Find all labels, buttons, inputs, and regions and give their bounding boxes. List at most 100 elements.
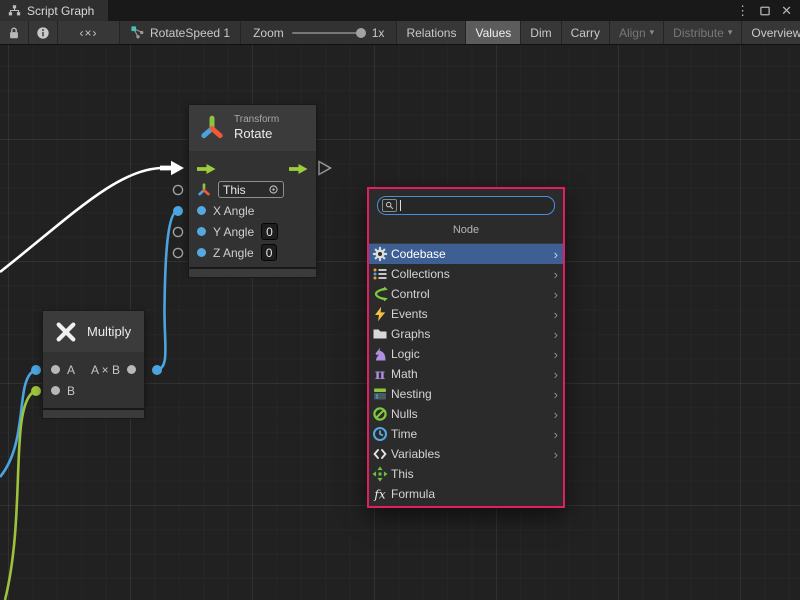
zoom-slider-handle[interactable] <box>356 28 366 38</box>
script-graph-window: Script Graph ⋮ ✕ ‹×› RotateSpeed 1 Zoom … <box>0 0 800 600</box>
graph-reference-label: RotateSpeed 1 <box>150 26 230 40</box>
control-output-triangle[interactable] <box>319 162 331 175</box>
b-input-port[interactable] <box>51 386 60 395</box>
submenu-chevron-icon: › <box>554 308 558 321</box>
this-row: This <box>189 179 316 200</box>
lock-icon <box>7 26 21 40</box>
finder-list: Codebase › Collections › Control › Event… <box>369 243 563 506</box>
result-output-port[interactable] <box>127 365 136 374</box>
info-button[interactable] <box>29 21 58 44</box>
control-output-port-icon[interactable] <box>289 164 308 174</box>
wire-endpoint[interactable] <box>152 365 162 375</box>
knight-icon <box>372 346 388 362</box>
chevron-down-icon: ▾ <box>650 27 655 38</box>
submenu-chevron-icon: › <box>554 448 558 461</box>
list-icon <box>372 266 388 282</box>
relations-button[interactable]: Relations <box>397 21 466 44</box>
pi-icon <box>372 366 388 382</box>
zoom-value: 1x <box>372 26 385 40</box>
y-angle-port-external[interactable] <box>173 227 182 236</box>
submenu-chevron-icon: › <box>554 368 558 381</box>
fx-icon <box>372 486 388 502</box>
distribute-button[interactable]: Distribute ▾ <box>664 21 742 44</box>
graph-asset-icon <box>130 25 145 40</box>
rotate-node[interactable]: Transform Rotate This <box>189 105 316 277</box>
submenu-chevron-icon: › <box>554 388 558 401</box>
graph-toolbar: ‹×› RotateSpeed 1 Zoom 1x Relations Valu… <box>0 21 800 45</box>
tab-script-graph[interactable]: Script Graph <box>0 0 108 21</box>
this-icon <box>372 466 388 482</box>
finder-item-nesting[interactable]: Nesting › <box>369 384 563 404</box>
multiply-node[interactable]: Multiply A A × B B <box>43 311 144 418</box>
finder-item-graphs[interactable]: Graphs › <box>369 324 563 344</box>
z-angle-input[interactable]: 0 <box>261 244 278 261</box>
finder-item-this[interactable]: This › <box>369 464 563 484</box>
x-angle-port[interactable] <box>197 206 206 215</box>
finder-item-logic[interactable]: Logic › <box>369 344 563 364</box>
wire-endpoint[interactable] <box>31 365 41 375</box>
this-port-external[interactable] <box>173 185 182 194</box>
submenu-chevron-icon: › <box>554 288 558 301</box>
this-object-field[interactable]: This <box>218 181 284 198</box>
dim-button[interactable]: Dim <box>521 21 561 44</box>
search-icon <box>385 201 394 210</box>
control-input-port-icon[interactable] <box>197 164 216 174</box>
finder-item-time[interactable]: Time › <box>369 424 563 444</box>
rotate-node-header[interactable]: Transform Rotate <box>189 105 316 151</box>
finder-header: Node <box>369 217 563 243</box>
kebab-menu-icon[interactable]: ⋮ <box>736 4 749 17</box>
wire-endpoint[interactable] <box>173 206 183 216</box>
overview-button[interactable]: Overview <box>742 21 800 44</box>
object-picker-icon[interactable] <box>268 184 279 195</box>
wire-endpoint[interactable] <box>31 386 41 396</box>
value-wire-into-a <box>0 372 32 477</box>
a-input-port[interactable] <box>51 365 60 374</box>
value-wire-multiply-to-xangle <box>157 211 177 370</box>
y-angle-row: Y Angle 0 <box>189 221 316 242</box>
multiply-row-a: A A × B <box>43 359 144 380</box>
submenu-chevron-icon: › <box>554 268 558 281</box>
y-angle-port[interactable] <box>197 227 206 236</box>
node-footer <box>43 410 144 418</box>
y-angle-input[interactable]: 0 <box>261 223 278 240</box>
z-angle-port[interactable] <box>197 248 206 257</box>
carry-button[interactable]: Carry <box>562 21 610 44</box>
graph-tree-icon <box>8 4 21 17</box>
zoom-slider[interactable] <box>292 32 364 34</box>
submenu-chevron-icon: › <box>554 428 558 441</box>
control-icon <box>372 286 388 302</box>
finder-item-collections[interactable]: Collections › <box>369 264 563 284</box>
finder-item-codebase[interactable]: Codebase › <box>369 244 563 264</box>
submenu-chevron-icon: › <box>554 348 558 361</box>
multiply-node-header[interactable]: Multiply <box>43 311 144 352</box>
info-icon <box>36 26 50 40</box>
close-icon[interactable]: ✕ <box>781 4 792 17</box>
graph-reference[interactable]: RotateSpeed 1 <box>120 21 241 44</box>
control-wire <box>0 168 163 272</box>
values-button[interactable]: Values <box>466 21 521 44</box>
node-footer <box>189 269 316 277</box>
tab-bar: Script Graph ⋮ ✕ <box>0 0 800 21</box>
finder-item-events[interactable]: Events › <box>369 304 563 324</box>
bolt-icon <box>372 306 388 322</box>
finder-item-math[interactable]: Math › <box>369 364 563 384</box>
finder-item-formula[interactable]: Formula › <box>369 484 563 504</box>
align-button[interactable]: Align ▾ <box>610 21 664 44</box>
graph-canvas[interactable]: Transform Rotate This <box>0 45 800 600</box>
zoom-label: Zoom <box>253 26 284 40</box>
multiply-icon <box>55 321 77 343</box>
finder-item-control[interactable]: Control › <box>369 284 563 304</box>
control-input-arrow[interactable] <box>160 161 184 175</box>
maximize-icon[interactable] <box>759 5 771 17</box>
finder-search-input[interactable] <box>377 196 555 215</box>
finder-item-variables[interactable]: Variables › <box>369 444 563 464</box>
x-angle-row: X Angle <box>189 200 316 221</box>
finder-item-nulls[interactable]: Nulls › <box>369 404 563 424</box>
submenu-chevron-icon: › <box>554 248 558 261</box>
lock-button[interactable] <box>0 21 29 44</box>
edit-source-button[interactable]: ‹×› <box>58 21 120 44</box>
z-angle-port-external[interactable] <box>173 248 182 257</box>
node-title: Rotate <box>234 126 279 142</box>
multiply-row-b: B <box>43 380 144 401</box>
submenu-chevron-icon: › <box>554 408 558 421</box>
